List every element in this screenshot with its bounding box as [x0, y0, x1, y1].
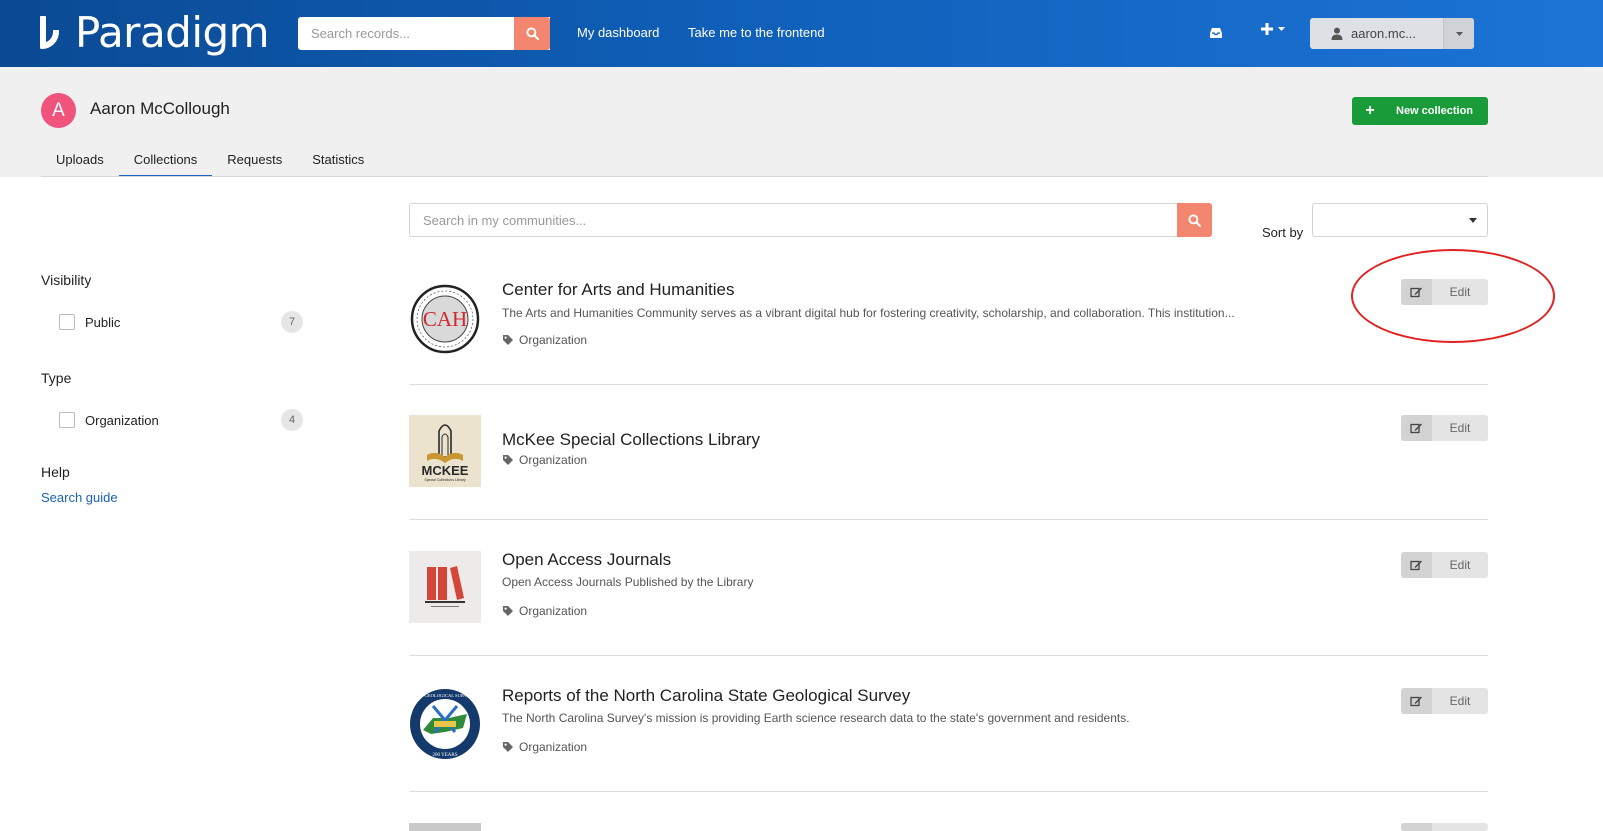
collection-description: The Arts and Humanities Community serves… [502, 306, 1235, 320]
tab-collections[interactable]: Collections [118, 146, 213, 177]
header-search-input[interactable]: Search records... [298, 17, 550, 50]
tab-uploads[interactable]: Uploads [41, 146, 119, 177]
divider [409, 519, 1488, 520]
edit-icon [1401, 823, 1432, 831]
logo-text: CAH [423, 307, 467, 331]
inbox-icon[interactable] [1208, 26, 1224, 43]
chevron-down-icon [1278, 27, 1285, 31]
tag-icon [503, 335, 513, 345]
user-label: aaron.mc... [1351, 26, 1417, 41]
filter-public[interactable]: Public 7 [59, 311, 303, 333]
user-menu-button[interactable]: aaron.mc... [1310, 18, 1474, 49]
collection-tag: Organization [502, 604, 587, 618]
edit-icon [1401, 688, 1432, 714]
organization-checkbox[interactable] [59, 412, 75, 428]
user-menu-caret[interactable] [1443, 18, 1474, 49]
search-icon [525, 27, 539, 40]
filter-label: Organization [85, 412, 159, 428]
collection-title[interactable]: Open Access Journals [502, 550, 671, 570]
collection-title[interactable]: McKee Special Collections Library [502, 430, 760, 450]
filter-label: Public [85, 314, 121, 330]
divider [409, 655, 1488, 656]
tag-label: Organization [519, 740, 588, 754]
collection-thumbnail[interactable] [409, 823, 481, 831]
communities-search-input[interactable]: Search in my communities... [409, 203, 1177, 237]
collection-item: CAH Center for Arts and Humanities The A… [409, 279, 1488, 385]
new-collection-button[interactable]: + New collection [1352, 97, 1488, 125]
collection-item: Open Access Journals Open Access Journal… [409, 550, 1488, 656]
user-icon [1331, 27, 1343, 40]
logo-subtext: Special Collections Library [424, 478, 465, 482]
tag-label: Organization [519, 333, 588, 347]
plus-icon: + [1365, 102, 1375, 119]
tab-statistics[interactable]: Statistics [297, 146, 379, 177]
public-checkbox[interactable] [59, 314, 75, 330]
edit-button[interactable]: Edit [1401, 415, 1488, 441]
tag-label: Organization [519, 604, 588, 618]
nav-my-dashboard[interactable]: My dashboard [577, 25, 659, 40]
filter-count: 7 [281, 311, 303, 333]
logo-text: Paradigm [75, 8, 270, 57]
help-title: Help [41, 464, 70, 480]
visibility-filter-title: Visibility [41, 272, 92, 288]
top-navbar: Paradigm Search records... My dashboard … [0, 0, 1603, 67]
mckee-book-logo[interactable]: MCKEE Special Collections Library [409, 415, 481, 487]
new-collection-label: New collection [1396, 105, 1474, 117]
edit-label: Edit [1449, 558, 1471, 572]
plus-icon [1261, 23, 1273, 35]
collection-title[interactable]: Center for Arts and Humanities [502, 280, 734, 300]
communities-search-button[interactable] [1177, 203, 1212, 237]
annotation-ellipse [1351, 249, 1555, 343]
header-search-button[interactable] [514, 17, 550, 50]
collection-tag: Organization [502, 333, 587, 347]
edit-button[interactable]: Edit [1401, 688, 1488, 714]
tag-icon [503, 606, 513, 616]
collection-item: NC GEOLOGICAL SURVEY 200 YEARS Reports o… [409, 686, 1488, 792]
user-name: Aaron McCollough [90, 99, 230, 118]
logo-text: MCKEE [422, 463, 469, 478]
collection-item [409, 823, 1488, 831]
nc-geological-survey-seal[interactable]: NC GEOLOGICAL SURVEY 200 YEARS [409, 688, 481, 760]
collection-description: Open Access Journals Published by the Li… [502, 575, 754, 589]
edit-button[interactable]: Edit [1401, 552, 1488, 578]
edit-label: Edit [1449, 421, 1471, 435]
search-icon [1188, 213, 1201, 227]
collection-item: MCKEE Special Collections Library McKee … [409, 415, 1488, 520]
create-menu-button[interactable] [1260, 22, 1286, 36]
edit-icon [1401, 415, 1432, 441]
collection-tag: Organization [502, 740, 587, 754]
profile-tabs: Uploads Collections Requests Statistics [41, 146, 379, 177]
collection-title[interactable]: Reports of the North Carolina State Geol… [502, 686, 910, 706]
paradigm-logo-icon [40, 16, 60, 50]
edit-button[interactable] [1401, 823, 1488, 831]
divider [409, 791, 1488, 792]
logo-text: NC GEOLOGICAL SURVEY [417, 693, 474, 698]
red-books-logo[interactable] [409, 551, 481, 623]
sort-by-label: Sort by [1262, 225, 1304, 240]
edit-label [1432, 823, 1488, 831]
sort-by-select[interactable] [1312, 203, 1488, 237]
paradigm-logo[interactable]: Paradigm [40, 8, 270, 58]
edit-label: Edit [1449, 694, 1471, 708]
collection-tag: Organization [502, 453, 587, 467]
filter-count: 4 [281, 409, 303, 431]
avatar: A [41, 93, 76, 128]
tab-requests[interactable]: Requests [212, 146, 297, 177]
edit-icon [1401, 552, 1432, 578]
cah-seal-logo[interactable]: CAH [409, 283, 481, 355]
nav-take-me-to-frontend[interactable]: Take me to the frontend [688, 25, 825, 40]
search-guide-link[interactable]: Search guide [41, 490, 118, 505]
type-filter-title: Type [41, 370, 72, 386]
tag-icon [503, 742, 513, 752]
filter-organization[interactable]: Organization 4 [59, 409, 303, 431]
divider [409, 384, 1488, 385]
tabs-divider [41, 176, 1488, 177]
logo-subtext: 200 YEARS [433, 753, 458, 758]
collection-description: The North Carolina Survey's mission is p… [502, 711, 1130, 725]
tag-label: Organization [519, 453, 588, 467]
chevron-down-icon [1455, 31, 1463, 36]
tag-icon [503, 455, 513, 465]
chevron-down-icon [1469, 218, 1477, 223]
